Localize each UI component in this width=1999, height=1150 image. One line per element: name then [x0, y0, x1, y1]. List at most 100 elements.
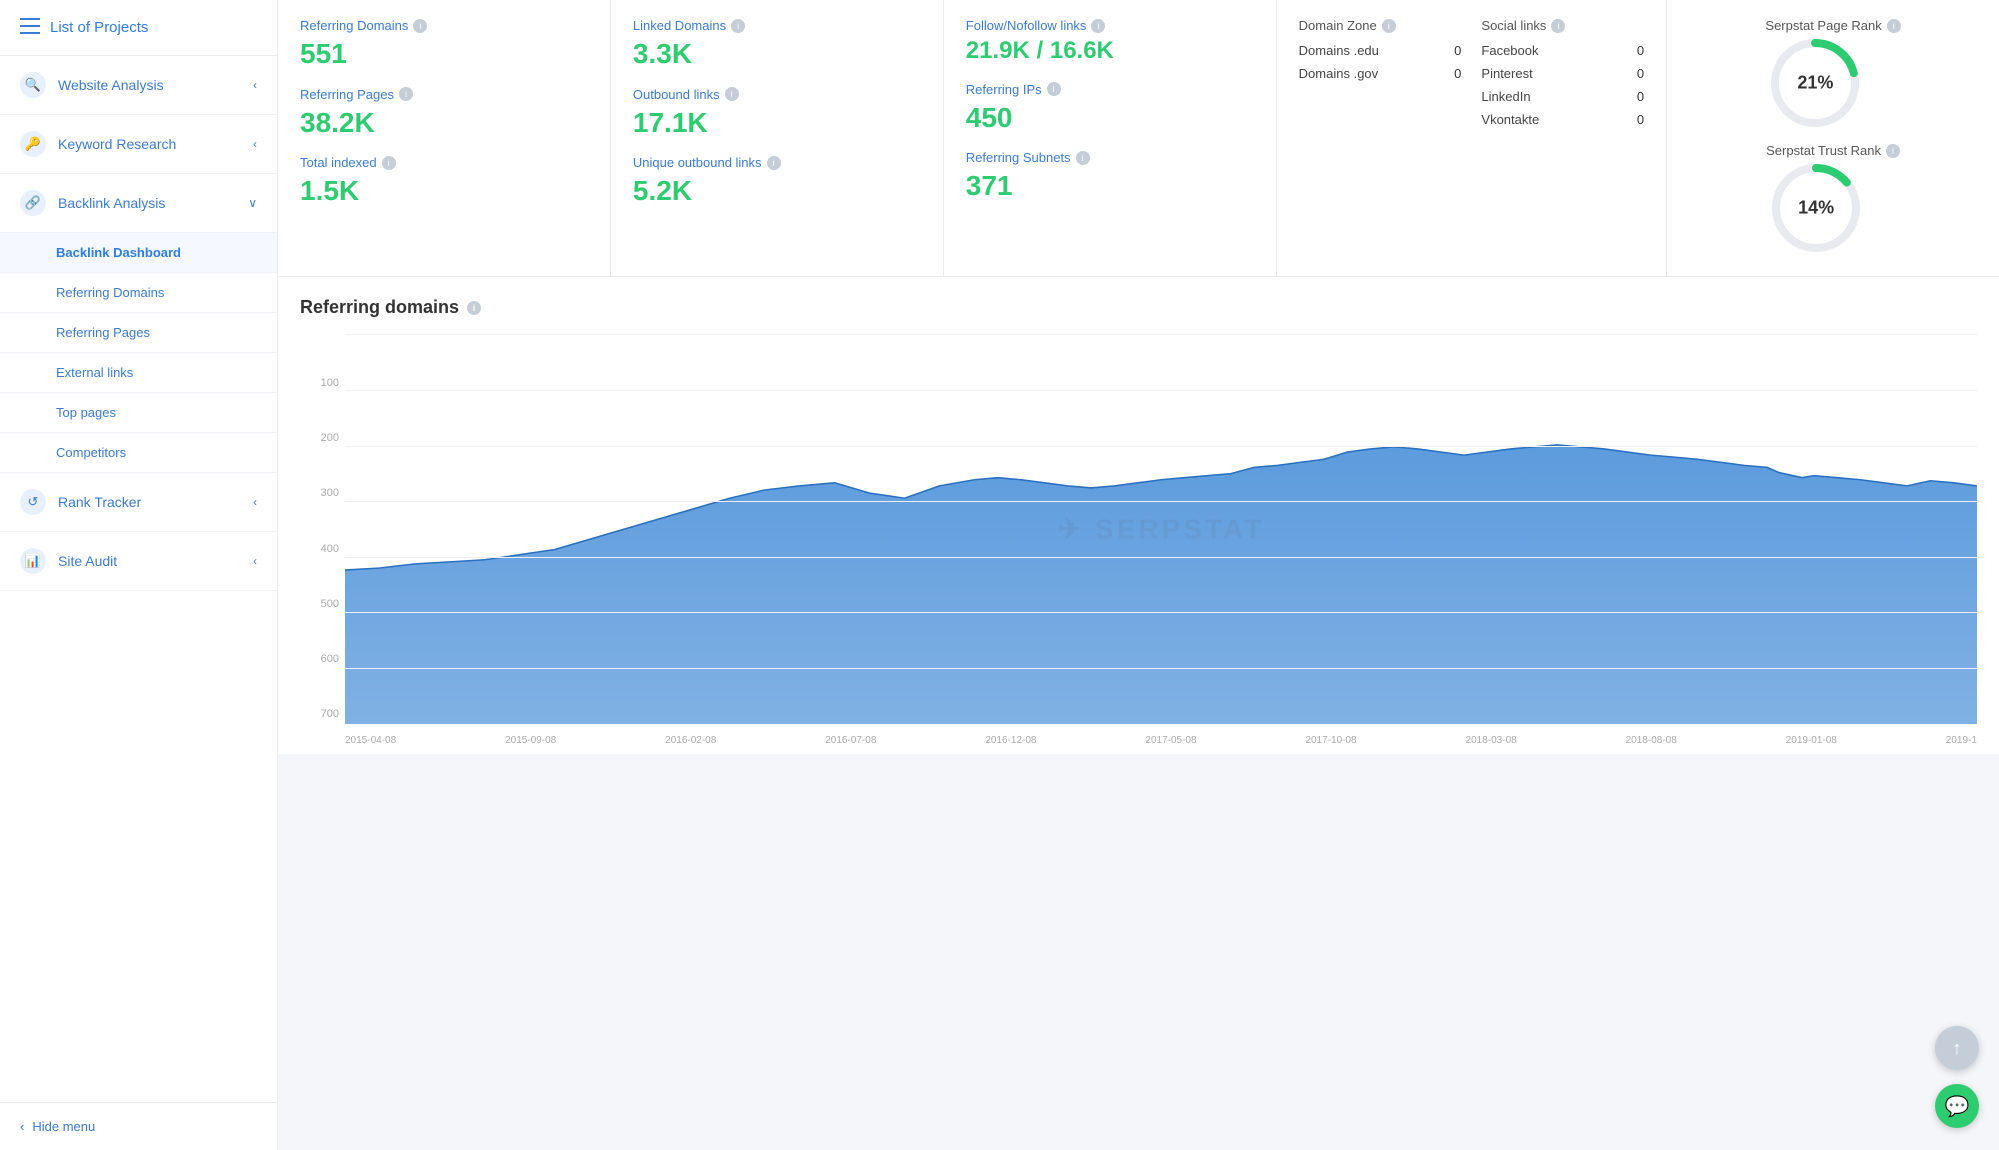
serpstat-page-rank-value: 21%: [1797, 73, 1833, 94]
info-icon-uol[interactable]: i: [767, 156, 781, 170]
x-label-6: 2017-10-08: [1305, 735, 1356, 746]
scroll-top-icon: ↑: [1953, 1038, 1962, 1059]
stats-row: Referring Domains i 551 Referring Pages …: [278, 0, 1999, 277]
x-label-10: 2019-1: [1946, 735, 1977, 746]
chevron-icon-kw: ‹: [253, 137, 257, 151]
chart-section: Referring domains i 700 600 500 400 300 …: [278, 277, 1999, 754]
info-icon-sl[interactable]: i: [1551, 19, 1565, 33]
main-content: Referring Domains i 551 Referring Pages …: [278, 0, 1999, 1150]
website-analysis-icon: 🔍: [20, 72, 46, 98]
info-icon-rd[interactable]: i: [413, 19, 427, 33]
sidebar-item-site-audit[interactable]: 📊 Site Audit ‹: [0, 532, 277, 591]
submenu-item-competitors[interactable]: Competitors: [0, 433, 277, 473]
chart-title: Referring domains i: [300, 297, 1977, 318]
chat-button[interactable]: 💬: [1935, 1084, 1979, 1128]
info-icon-ol[interactable]: i: [725, 87, 739, 101]
outbound-links-label: Outbound links i: [633, 87, 921, 102]
grid-line-700: [345, 334, 1977, 335]
sidebar-header[interactable]: List of Projects: [0, 0, 277, 56]
stat-card-follow: Follow/Nofollow links i 21.9K / 16.6K Re…: [944, 0, 1277, 276]
hamburger-icon[interactable]: [20, 18, 40, 37]
submenu-item-top-pages[interactable]: Top pages: [0, 393, 277, 433]
serpstat-page-rank-title: Serpstat Page Rank i: [1765, 18, 1900, 33]
x-label-3: 2016-07-08: [825, 735, 876, 746]
scroll-top-button[interactable]: ↑: [1935, 1026, 1979, 1070]
chart-area: ✈ SERPSTAT: [345, 334, 1977, 724]
linked-domains-label: Linked Domains i: [633, 18, 921, 33]
domain-zone-column: Domain Zone i Domains .edu 0 Domains .go…: [1299, 18, 1462, 135]
x-label-9: 2019-01-08: [1786, 735, 1837, 746]
chevron-down-icon: ∨: [248, 196, 257, 210]
chart-wrapper: 700 600 500 400 300 200 100: [300, 334, 1977, 754]
x-label-7: 2018-03-08: [1466, 735, 1517, 746]
submenu-item-backlink-dashboard[interactable]: Backlink Dashboard: [0, 233, 277, 273]
chat-icon: 💬: [1945, 1094, 1970, 1119]
stat-card-domain-social: Domain Zone i Domains .edu 0 Domains .go…: [1277, 0, 1667, 276]
backlink-submenu: Backlink Dashboard Referring Domains Ref…: [0, 233, 277, 473]
linkedin-row: LinkedIn 0: [1481, 89, 1644, 104]
site-audit-icon: 📊: [20, 548, 46, 574]
x-label-2: 2016-02-08: [665, 735, 716, 746]
y-label-500: 500: [300, 598, 345, 610]
info-icon-fn[interactable]: i: [1091, 19, 1105, 33]
info-icon-ri[interactable]: i: [1047, 82, 1061, 96]
unique-outbound-value: 5.2K: [633, 174, 921, 208]
follow-nofollow-value: 21.9K / 16.6K: [966, 37, 1254, 66]
grid-line-200: [345, 612, 1977, 613]
total-indexed-value: 1.5K: [300, 174, 588, 208]
submenu-item-external-links[interactable]: External links: [0, 353, 277, 393]
rank-tracker-icon: ↺: [20, 489, 46, 515]
sidebar-item-rank-tracker[interactable]: ↺ Rank Tracker ‹: [0, 473, 277, 532]
sidebar-item-label-site-audit: Site Audit: [58, 553, 117, 569]
social-links-column: Social links i Facebook 0 Pinterest 0 Li…: [1481, 18, 1644, 135]
grid-line-300: [345, 557, 1977, 558]
sidebar-item-label-backlink-analysis: Backlink Analysis: [58, 195, 165, 211]
sidebar-item-label-website-analysis: Website Analysis: [58, 77, 164, 93]
chevron-icon: ‹: [253, 78, 257, 92]
info-icon-rs[interactable]: i: [1076, 151, 1090, 165]
info-icon-dz[interactable]: i: [1382, 19, 1396, 33]
info-icon-chart[interactable]: i: [467, 301, 481, 315]
chart-x-axis: 2015-04-08 2015-09-08 2016-02-08 2016-07…: [345, 726, 1977, 754]
chart-svg: [345, 334, 1977, 724]
sidebar: List of Projects 🔍 Website Analysis ‹ 🔑 …: [0, 0, 278, 1150]
linked-domains-value: 3.3K: [633, 37, 921, 71]
chevron-icon-rt: ‹: [253, 495, 257, 509]
y-label-100: 100: [300, 377, 345, 389]
referring-ips-value: 450: [966, 101, 1254, 135]
referring-pages-label: Referring Pages i: [300, 87, 588, 102]
social-links-title: Social links i: [1481, 18, 1644, 33]
info-icon-spr[interactable]: i: [1887, 19, 1901, 33]
sidebar-item-backlink-analysis[interactable]: 🔗 Backlink Analysis ∨: [0, 174, 277, 233]
referring-pages-value: 38.2K: [300, 106, 588, 140]
domain-gov-row: Domains .gov 0: [1299, 66, 1462, 81]
sidebar-item-keyword-research[interactable]: 🔑 Keyword Research ‹: [0, 115, 277, 174]
sidebar-item-website-analysis[interactable]: 🔍 Website Analysis ‹: [0, 56, 277, 115]
x-label-5: 2017-05-08: [1145, 735, 1196, 746]
hide-menu-button[interactable]: ‹ Hide menu: [0, 1102, 277, 1150]
serpstat-trust-rank-donut: 14%: [1766, 158, 1866, 258]
y-label-300: 300: [300, 487, 345, 499]
referring-domains-label: Referring Domains i: [300, 18, 588, 33]
x-label-4: 2016-12-08: [985, 735, 1036, 746]
pinterest-row: Pinterest 0: [1481, 66, 1644, 81]
referring-domains-value: 551: [300, 37, 588, 71]
hide-menu-label: Hide menu: [32, 1119, 95, 1134]
grid-line-400: [345, 501, 1977, 502]
facebook-row: Facebook 0: [1481, 43, 1644, 58]
info-icon-rp[interactable]: i: [399, 87, 413, 101]
info-icon-str[interactable]: i: [1886, 144, 1900, 158]
x-label-0: 2015-04-08: [345, 735, 396, 746]
info-icon-ti[interactable]: i: [382, 156, 396, 170]
y-label-600: 600: [300, 653, 345, 665]
referring-ips-label: Referring IPs i: [966, 82, 1254, 97]
x-label-8: 2018-08-08: [1626, 735, 1677, 746]
hide-menu-arrow-icon: ‹: [20, 1119, 24, 1134]
stat-card-referring: Referring Domains i 551 Referring Pages …: [278, 0, 611, 276]
sidebar-item-label-keyword-research: Keyword Research: [58, 136, 176, 152]
submenu-item-referring-domains[interactable]: Referring Domains: [0, 273, 277, 313]
info-icon-ld[interactable]: i: [731, 19, 745, 33]
submenu-item-referring-pages[interactable]: Referring Pages: [0, 313, 277, 353]
stat-card-linked: Linked Domains i 3.3K Outbound links i 1…: [611, 0, 944, 276]
outbound-links-value: 17.1K: [633, 106, 921, 140]
